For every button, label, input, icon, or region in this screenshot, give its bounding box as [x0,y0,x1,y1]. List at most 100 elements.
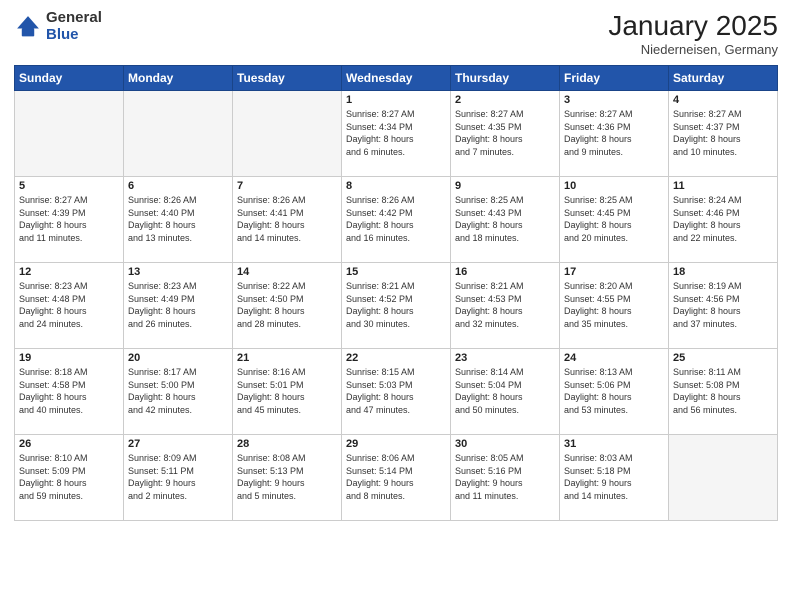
day-cell [15,91,124,177]
weekday-header-saturday: Saturday [669,66,778,91]
weekday-header-wednesday: Wednesday [342,66,451,91]
day-number: 11 [673,180,773,192]
day-number: 16 [455,266,555,278]
weekday-header-thursday: Thursday [451,66,560,91]
week-row-4: 19 Sunrise: 8:18 AM Sunset: 4:58 PM Dayli… [15,349,778,435]
day-cell: 30 Sunrise: 8:05 AM Sunset: 5:16 PM Dayli… [451,435,560,521]
day-cell: 29Sunrise: 8:06 AM Sunset: 5:14 PM Dayli… [342,435,451,521]
day-cell: 13 Sunrise: 8:23 AM Sunset: 4:49 PM Dayli… [124,263,233,349]
day-number: 10 [564,180,664,192]
day-number: 18 [673,266,773,278]
logo-icon [14,13,42,41]
day-detail: Sunrise: 8:22 AM Sunset: 4:50 PM Dayligh… [237,280,337,330]
day-cell: 7 Sunrise: 8:26 AM Sunset: 4:41 PM Daylig… [233,177,342,263]
day-cell: 12Sunrise: 8:23 AM Sunset: 4:48 PM Dayli… [15,263,124,349]
header: General Blue January 2025 Niederneisen, … [14,10,778,57]
day-detail: Sunrise: 8:05 AM Sunset: 5:16 PM Dayligh… [455,452,555,502]
day-number: 6 [128,180,228,192]
day-number: 24 [564,352,664,364]
day-number: 26 [19,438,119,450]
day-cell: 10Sunrise: 8:25 AM Sunset: 4:45 PM Dayli… [560,177,669,263]
day-cell: 19 Sunrise: 8:18 AM Sunset: 4:58 PM Dayli… [15,349,124,435]
day-detail: Sunrise: 8:27 AM Sunset: 4:34 PM Dayligh… [346,108,446,158]
day-detail: Sunrise: 8:21 AM Sunset: 4:53 PM Dayligh… [455,280,555,330]
day-detail: Sunrise: 8:25 AM Sunset: 4:43 PM Dayligh… [455,194,555,244]
day-cell: 20 Sunrise: 8:17 AM Sunset: 5:00 PM Dayli… [124,349,233,435]
day-detail: Sunrise: 8:16 AM Sunset: 5:01 PM Dayligh… [237,366,337,416]
day-number: 13 [128,266,228,278]
day-number: 5 [19,180,119,192]
day-number: 19 [19,352,119,364]
day-number: 27 [128,438,228,450]
day-detail: Sunrise: 8:18 AM Sunset: 4:58 PM Dayligh… [19,366,119,416]
weekday-header-monday: Monday [124,66,233,91]
day-number: 7 [237,180,337,192]
day-number: 17 [564,266,664,278]
day-cell: 21 Sunrise: 8:16 AM Sunset: 5:01 PM Dayli… [233,349,342,435]
day-number: 8 [346,180,446,192]
day-detail: Sunrise: 8:27 AM Sunset: 4:37 PM Dayligh… [673,108,773,158]
day-number: 15 [346,266,446,278]
day-number: 2 [455,94,555,106]
day-number: 31 [564,438,664,450]
calendar-body: 1Sunrise: 8:27 AM Sunset: 4:34 PM Daylig… [15,91,778,521]
week-row-1: 1Sunrise: 8:27 AM Sunset: 4:34 PM Daylig… [15,91,778,177]
day-detail: Sunrise: 8:24 AM Sunset: 4:46 PM Dayligh… [673,194,773,244]
day-detail: Sunrise: 8:17 AM Sunset: 5:00 PM Dayligh… [128,366,228,416]
day-cell: 27 Sunrise: 8:09 AM Sunset: 5:11 PM Dayli… [124,435,233,521]
day-cell [124,91,233,177]
day-number: 14 [237,266,337,278]
day-detail: Sunrise: 8:09 AM Sunset: 5:11 PM Dayligh… [128,452,228,502]
day-detail: Sunrise: 8:21 AM Sunset: 4:52 PM Dayligh… [346,280,446,330]
day-cell: 3 Sunrise: 8:27 AM Sunset: 4:36 PM Daylig… [560,91,669,177]
day-detail: Sunrise: 8:26 AM Sunset: 4:40 PM Dayligh… [128,194,228,244]
page: General Blue January 2025 Niederneisen, … [0,0,792,612]
calendar: SundayMondayTuesdayWednesdayThursdayFrid… [14,65,778,521]
day-detail: Sunrise: 8:14 AM Sunset: 5:04 PM Dayligh… [455,366,555,416]
week-row-2: 5Sunrise: 8:27 AM Sunset: 4:39 PM Daylig… [15,177,778,263]
day-detail: Sunrise: 8:27 AM Sunset: 4:36 PM Dayligh… [564,108,664,158]
location: Niederneisen, Germany [608,42,778,57]
day-number: 12 [19,266,119,278]
day-number: 30 [455,438,555,450]
day-detail: Sunrise: 8:03 AM Sunset: 5:18 PM Dayligh… [564,452,664,502]
day-cell: 2Sunrise: 8:27 AM Sunset: 4:35 PM Daylig… [451,91,560,177]
day-cell: 26Sunrise: 8:10 AM Sunset: 5:09 PM Dayli… [15,435,124,521]
day-detail: Sunrise: 8:26 AM Sunset: 4:41 PM Dayligh… [237,194,337,244]
weekday-header-friday: Friday [560,66,669,91]
day-cell: 22 Sunrise: 8:15 AM Sunset: 5:03 PM Dayli… [342,349,451,435]
logo: General Blue [14,10,102,43]
month-title: January 2025 [608,10,778,42]
day-number: 22 [346,352,446,364]
weekday-header-sunday: Sunday [15,66,124,91]
day-cell: 24Sunrise: 8:13 AM Sunset: 5:06 PM Dayli… [560,349,669,435]
week-row-3: 12Sunrise: 8:23 AM Sunset: 4:48 PM Dayli… [15,263,778,349]
day-detail: Sunrise: 8:20 AM Sunset: 4:55 PM Dayligh… [564,280,664,330]
day-number: 20 [128,352,228,364]
day-number: 3 [564,94,664,106]
day-number: 25 [673,352,773,364]
day-cell: 16 Sunrise: 8:21 AM Sunset: 4:53 PM Dayli… [451,263,560,349]
day-cell: 1Sunrise: 8:27 AM Sunset: 4:34 PM Daylig… [342,91,451,177]
day-cell: 6 Sunrise: 8:26 AM Sunset: 4:40 PM Daylig… [124,177,233,263]
day-cell: 4 Sunrise: 8:27 AM Sunset: 4:37 PM Daylig… [669,91,778,177]
day-cell: 14 Sunrise: 8:22 AM Sunset: 4:50 PM Dayli… [233,263,342,349]
day-detail: Sunrise: 8:19 AM Sunset: 4:56 PM Dayligh… [673,280,773,330]
day-cell: 23Sunrise: 8:14 AM Sunset: 5:04 PM Dayli… [451,349,560,435]
logo-blue: Blue [46,27,102,44]
day-number: 4 [673,94,773,106]
day-detail: Sunrise: 8:15 AM Sunset: 5:03 PM Dayligh… [346,366,446,416]
day-cell [233,91,342,177]
day-number: 21 [237,352,337,364]
day-cell: 28Sunrise: 8:08 AM Sunset: 5:13 PM Dayli… [233,435,342,521]
day-detail: Sunrise: 8:23 AM Sunset: 4:49 PM Dayligh… [128,280,228,330]
weekday-header-tuesday: Tuesday [233,66,342,91]
day-cell: 11 Sunrise: 8:24 AM Sunset: 4:46 PM Dayli… [669,177,778,263]
logo-general: General [46,10,102,27]
day-cell [669,435,778,521]
day-cell: 17 Sunrise: 8:20 AM Sunset: 4:55 PM Dayli… [560,263,669,349]
day-cell: 5Sunrise: 8:27 AM Sunset: 4:39 PM Daylig… [15,177,124,263]
day-cell: 31 Sunrise: 8:03 AM Sunset: 5:18 PM Dayli… [560,435,669,521]
title-block: January 2025 Niederneisen, Germany [608,10,778,57]
day-detail: Sunrise: 8:08 AM Sunset: 5:13 PM Dayligh… [237,452,337,502]
